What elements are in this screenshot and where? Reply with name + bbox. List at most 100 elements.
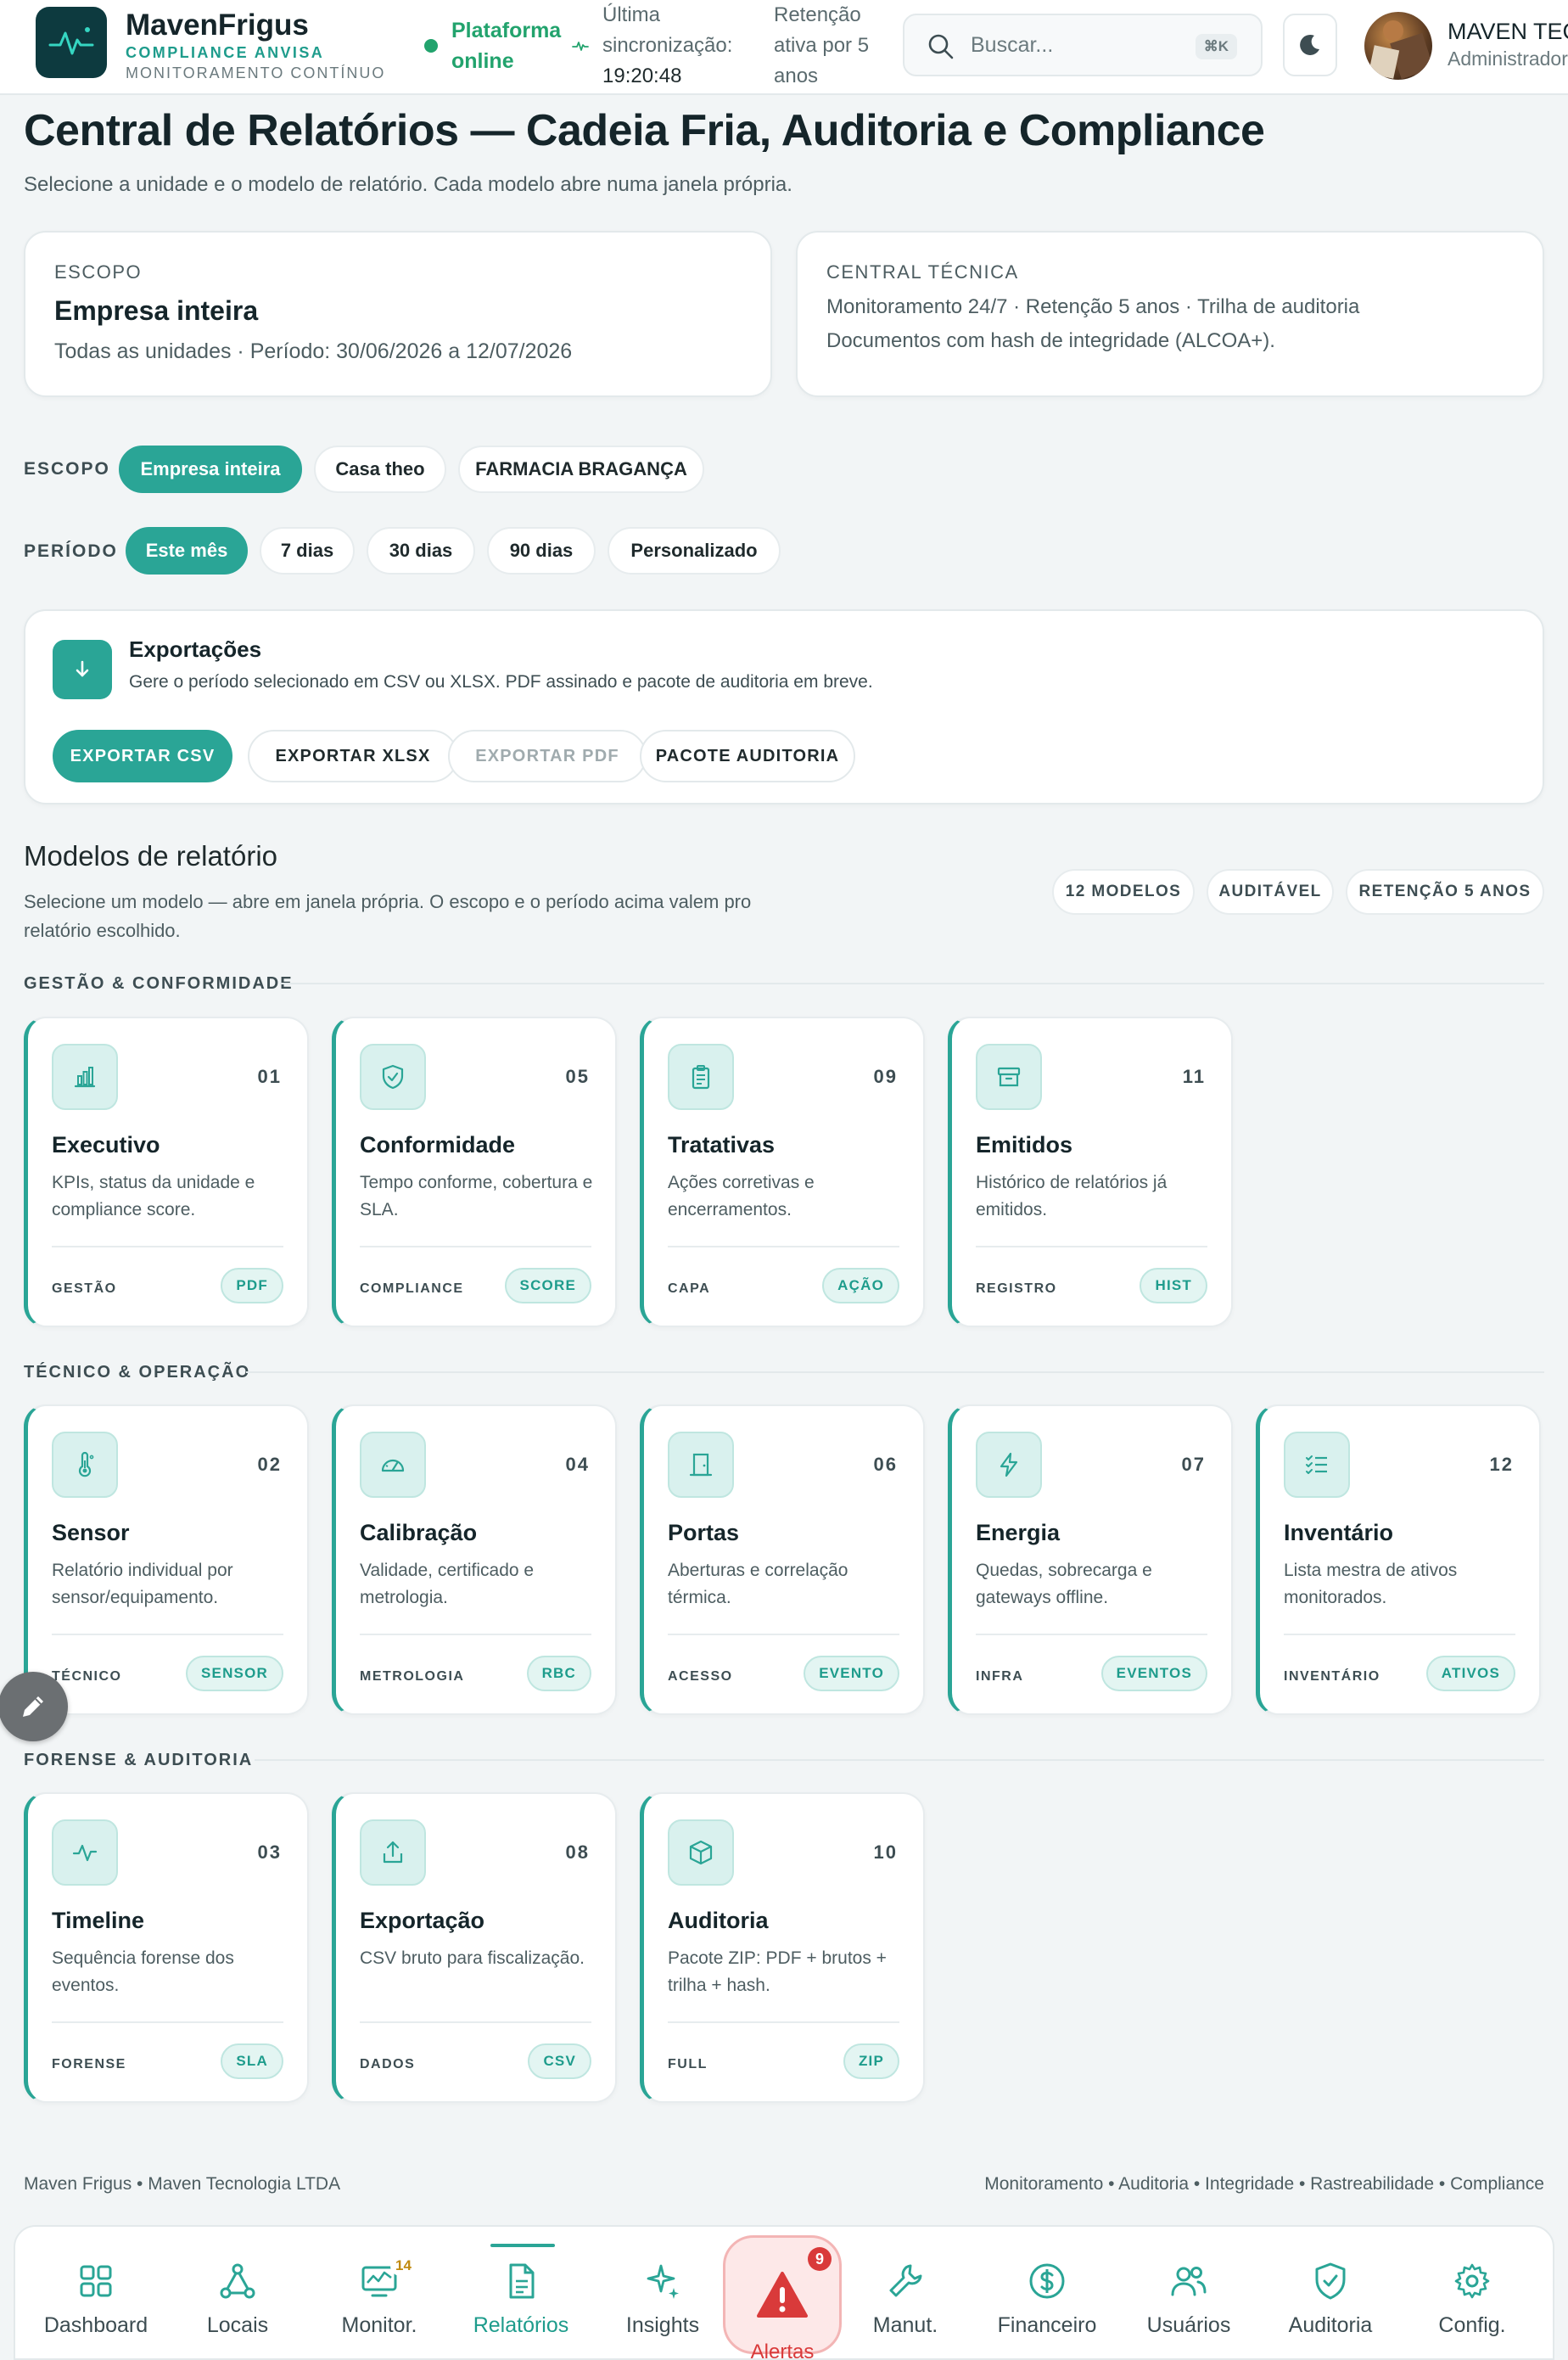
group-divider (280, 983, 1544, 984)
exports-title: Exportações (129, 636, 262, 662)
dollar-icon (1029, 2263, 1065, 2299)
model-desc: Ações corretivas e encerramentos. (668, 1173, 815, 1219)
nav-item-usuarios[interactable]: Usuários (1125, 2261, 1252, 2346)
avatar[interactable] (1364, 12, 1432, 80)
nav-item-relatorios[interactable]: Relatórios (457, 2261, 585, 2346)
model-card-exportacao[interactable]: 08 Exportação CSV bruto para fiscalizaçã… (332, 1792, 617, 2103)
edit-fab-button[interactable] (0, 1672, 68, 1741)
model-number: 08 (565, 1841, 590, 1863)
model-number: 06 (873, 1454, 898, 1475)
export-csv-button[interactable]: EXPORTAR CSV (53, 730, 232, 782)
period-chip-90-dias[interactable]: 90 dias (487, 527, 596, 575)
card-divider (668, 1634, 899, 1635)
model-card-conformidade[interactable]: 05 Conformidade Tempo conforme, cobertur… (332, 1017, 617, 1327)
warning-icon (757, 2272, 808, 2318)
card-divider (52, 1246, 283, 1247)
pencil-icon (23, 1696, 43, 1717)
model-format-badge: HIST (1140, 1268, 1207, 1303)
online-status-text: Plataforma online (451, 19, 562, 73)
model-desc: Histórico de relatórios já emitidos. (976, 1173, 1168, 1219)
search-box[interactable]: Buscar... ⌘K (903, 14, 1263, 76)
model-title: Conformidade (360, 1132, 516, 1158)
shield-check-icon (1315, 2262, 1346, 2300)
search-input[interactable]: Buscar... (971, 33, 1053, 58)
export-xlsx-button[interactable]: EXPORTAR XLSX (248, 730, 458, 782)
download-icon (53, 640, 112, 699)
period-chip-7-dias[interactable]: 7 dias (260, 527, 355, 575)
model-card-sensor[interactable]: 02 Sensor Relatório individual por senso… (24, 1404, 309, 1715)
nav-label: Auditoria (1288, 2313, 1373, 2337)
page-title: Central de Relatórios — Cadeia Fria, Aud… (24, 106, 1265, 155)
scope-chip-farmacia-braganca[interactable]: FARMACIA BRAGANÇA (458, 446, 704, 493)
model-number: 07 (1181, 1454, 1206, 1475)
model-card-emitidos[interactable]: 11 Emitidos Histórico de relatórios já e… (948, 1017, 1233, 1327)
nav-item-monitor[interactable]: 14 Monitor. (316, 2256, 443, 2346)
model-card-timeline[interactable]: 03 Timeline Sequência forense dos evento… (24, 1792, 309, 2103)
scope-filter-label: ESCOPO (24, 459, 110, 479)
model-card-executivo[interactable]: 01 Executivo KPIs, status da unidade e c… (24, 1017, 309, 1327)
model-number: 04 (565, 1454, 590, 1475)
nav-item-locais[interactable]: Locais (174, 2261, 301, 2346)
exports-card: Exportações Gere o período selecionado e… (24, 609, 1544, 804)
scope-chip-casa-theo[interactable]: Casa theo (314, 446, 446, 493)
scope-chip-empresa-inteira[interactable]: Empresa inteira (119, 446, 302, 493)
model-card-calibracao[interactable]: 04 Calibração Validade, certificado e me… (332, 1404, 617, 1715)
theme-toggle-button[interactable] (1283, 14, 1337, 76)
model-category: GESTÃO (52, 1281, 117, 1296)
period-chip-30-dias[interactable]: 30 dias (367, 527, 475, 575)
period-chip-personalizado[interactable]: Personalizado (608, 527, 781, 575)
page-subtitle: Selecione a unidade e o modelo de relató… (24, 173, 792, 196)
nav-item-dashboard[interactable]: Dashboard (32, 2261, 160, 2346)
user-name[interactable]: MAVEN TECNOLOGIA (1448, 19, 1568, 45)
nav-item-manutencao[interactable]: Manut. (842, 2261, 969, 2346)
exports-desc: Gere o período selecionado em CSV ou XLS… (129, 672, 873, 692)
model-category: TÉCNICO (52, 1669, 122, 1684)
model-format-badge: AÇÃO (822, 1268, 899, 1303)
card-divider (668, 2021, 899, 2023)
search-shortcut: ⌘K (1195, 34, 1237, 59)
group-divider (246, 1371, 1544, 1373)
model-desc: Tempo conforme, cobertura e SLA. (360, 1173, 593, 1219)
bar-chart-icon (52, 1044, 118, 1110)
card-divider (360, 2021, 591, 2023)
model-card-energia[interactable]: 07 Energia Quedas, sobrecarga e gateways… (948, 1404, 1233, 1715)
nav-item-financeiro[interactable]: Financeiro (983, 2261, 1111, 2346)
group-label-gestao: GESTÃO & CONFORMIDADE (24, 974, 294, 993)
model-title: Inventário (1284, 1520, 1394, 1545)
scope-card-desc: Todas as unidades · Período: 30/06/2026 … (54, 339, 573, 363)
logo[interactable] (36, 7, 107, 78)
model-format-badge: EVENTO (804, 1656, 899, 1691)
nav-item-auditoria[interactable]: Auditoria (1267, 2261, 1394, 2346)
last-sync-time: 19:20:48 (602, 64, 682, 87)
export-pdf-button[interactable]: EXPORTAR PDF (448, 730, 647, 782)
model-desc: Validade, certificado e metrologia. (360, 1561, 535, 1607)
model-card-inventario[interactable]: 12 Inventário Lista mestra de ativos mon… (1256, 1404, 1541, 1715)
audit-package-button[interactable]: PACOTE AUDITORIA (640, 730, 855, 782)
brand-name: MavenFrigus (126, 8, 309, 42)
model-card-auditoria[interactable]: 10 Auditoria Pacote ZIP: PDF + brutos + … (640, 1792, 925, 2103)
group-divider (255, 1759, 1544, 1761)
bottom-nav: Dashboard Locais 14 Monitor. Relatórios … (14, 2225, 1554, 2360)
period-filter-label: PERÍODO (24, 541, 118, 561)
model-number: 03 (257, 1841, 282, 1863)
footer-company: Maven Frigus • Maven Tecnologia LTDA (24, 2174, 341, 2194)
sync-pulse-icon (572, 42, 589, 51)
nav-item-config[interactable]: Config. (1408, 2261, 1536, 2346)
footer-tagline: Monitoramento • Auditoria • Integridade … (984, 2174, 1544, 2194)
users-icon (1171, 2267, 1207, 2296)
period-chip-este-mes[interactable]: Este mês (126, 527, 248, 575)
model-card-portas[interactable]: 06 Portas Aberturas e correlação térmica… (640, 1404, 925, 1715)
nav-item-insights[interactable]: Insights (599, 2261, 726, 2346)
model-title: Executivo (52, 1132, 160, 1158)
tech-center-card: CENTRAL TÉCNICA Monitoramento 24/7 · Ret… (796, 231, 1544, 397)
card-divider (976, 1246, 1207, 1247)
models-title: Modelos de relatório (24, 840, 277, 872)
model-desc: KPIs, status da unidade e compliance sco… (52, 1173, 255, 1219)
scope-card: ESCOPO Empresa inteira Todas as unidades… (24, 231, 772, 397)
pulse-logo-icon (48, 27, 94, 55)
nav-label: Relatórios (473, 2313, 569, 2337)
model-number: 05 (565, 1066, 590, 1087)
model-number: 09 (873, 1066, 898, 1087)
scope-card-label: ESCOPO (54, 261, 143, 283)
model-card-tratativas[interactable]: 09 Tratativas Ações corretivas e encerra… (640, 1017, 925, 1327)
